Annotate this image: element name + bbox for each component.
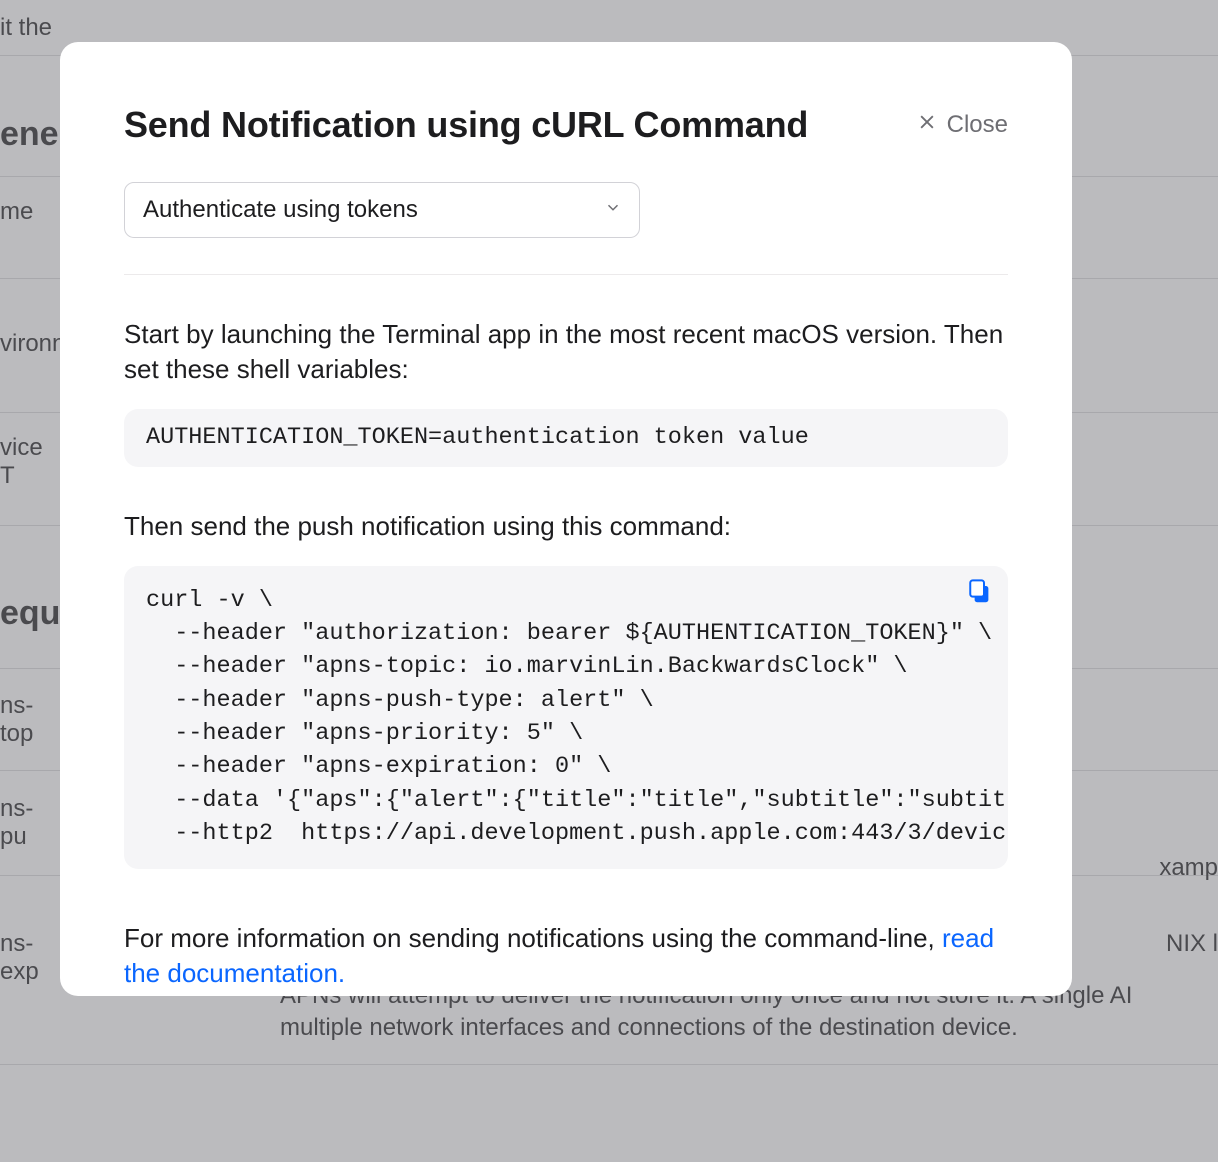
- code-block-curl: curl -v \ --header "authorization: beare…: [124, 566, 1008, 869]
- divider: [124, 274, 1008, 275]
- then-text: Then send the push notification using th…: [124, 509, 1008, 544]
- copy-icon[interactable]: [964, 576, 994, 617]
- auth-select-wrap: [124, 182, 640, 238]
- modal-header: Send Notification using cURL Command Clo…: [124, 104, 1008, 146]
- curl-code-text: curl -v \ --header "authorization: beare…: [146, 587, 1006, 848]
- modal-title: Send Notification using cURL Command: [124, 104, 808, 146]
- intro-text: Start by launching the Terminal app in t…: [124, 317, 1008, 387]
- curl-modal: Send Notification using cURL Command Clo…: [60, 42, 1072, 996]
- close-icon: [917, 111, 937, 139]
- close-label: Close: [947, 111, 1008, 139]
- code-block-auth-token: AUTHENTICATION_TOKEN=authentication toke…: [124, 409, 1008, 466]
- footer-text: For more information on sending notifica…: [124, 921, 1008, 991]
- auth-select[interactable]: [124, 182, 640, 238]
- close-button[interactable]: Close: [917, 111, 1008, 139]
- footer-text-body: For more information on sending notifica…: [124, 923, 942, 953]
